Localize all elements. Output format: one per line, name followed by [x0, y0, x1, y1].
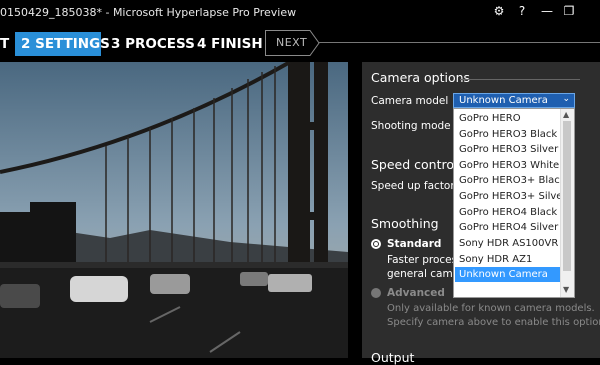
- speed-control-heading: Speed control: [371, 157, 458, 172]
- scrollbar-thumb[interactable]: [563, 121, 571, 271]
- settings-icon[interactable]: ⚙: [490, 4, 508, 18]
- title-bar: 0150429_185038* - Microsoft Hyperlapse P…: [0, 0, 600, 28]
- camera-option[interactable]: GoPro HERO3 Silver: [455, 142, 561, 157]
- step-settings[interactable]: 2 SETTINGS: [15, 32, 110, 56]
- window-title: 0150429_185038* - Microsoft Hyperlapse P…: [0, 6, 297, 19]
- camera-option[interactable]: Sony HDR AS100VR: [455, 236, 561, 251]
- camera-option[interactable]: GoPro HERO4 Black: [455, 205, 561, 220]
- chevron-down-icon: ⌄: [562, 94, 570, 104]
- camera-model-value: Unknown Camera: [459, 95, 548, 106]
- dropdown-scrollbar[interactable]: ▲ ▼: [560, 109, 574, 297]
- section-divider: [460, 79, 580, 80]
- help-icon[interactable]: ?: [513, 4, 531, 18]
- camera-options-heading: Camera options: [371, 70, 471, 85]
- camera-option[interactable]: GoPro HERO: [455, 111, 561, 126]
- scroll-down-icon[interactable]: ▼: [563, 285, 569, 294]
- standard-label[interactable]: Standard: [387, 238, 441, 250]
- scroll-up-icon[interactable]: ▲: [563, 110, 569, 119]
- camera-model-list[interactable]: GoPro HERO GoPro HERO3 Black GoPro HERO3…: [453, 108, 575, 298]
- step-finish[interactable]: 4 FINISH: [197, 32, 263, 56]
- camera-model-label: Camera model: [371, 95, 449, 107]
- advanced-description-line1: Only available for known camera models.: [387, 303, 595, 314]
- advanced-label[interactable]: Advanced: [387, 287, 445, 299]
- step-divider: [318, 42, 600, 43]
- camera-option[interactable]: GoPro HERO3+ Black: [455, 173, 566, 188]
- step-process[interactable]: 3 PROCESS: [111, 32, 195, 56]
- advanced-radio[interactable]: [371, 288, 381, 298]
- shooting-mode-label: Shooting mode: [371, 120, 451, 132]
- step-import[interactable]: T: [0, 32, 10, 56]
- standard-radio[interactable]: [371, 239, 381, 249]
- camera-model-dropdown[interactable]: Unknown Camera ⌄: [453, 93, 575, 108]
- next-label: NEXT: [276, 36, 308, 49]
- camera-option[interactable]: GoPro HERO3+ Silver: [455, 189, 567, 204]
- video-preview: [0, 62, 348, 358]
- camera-option[interactable]: GoPro HERO3 Black: [455, 127, 561, 142]
- camera-option[interactable]: GoPro HERO3 White: [455, 158, 561, 173]
- restore-icon[interactable]: ❐: [560, 4, 578, 18]
- next-button[interactable]: NEXT: [265, 30, 320, 56]
- bridge-scene-image: [0, 62, 348, 358]
- camera-option-selected[interactable]: Unknown Camera: [455, 267, 561, 282]
- camera-option[interactable]: GoPro HERO4 Silver: [455, 220, 561, 235]
- speed-up-factor-label: Speed up factor: [371, 180, 455, 192]
- advanced-description-line2: Specify camera above to enable this opti…: [387, 317, 600, 328]
- camera-option[interactable]: Sony HDR AZ1: [455, 252, 561, 267]
- minimize-icon[interactable]: —: [538, 4, 556, 18]
- smoothing-heading: Smoothing: [371, 216, 439, 231]
